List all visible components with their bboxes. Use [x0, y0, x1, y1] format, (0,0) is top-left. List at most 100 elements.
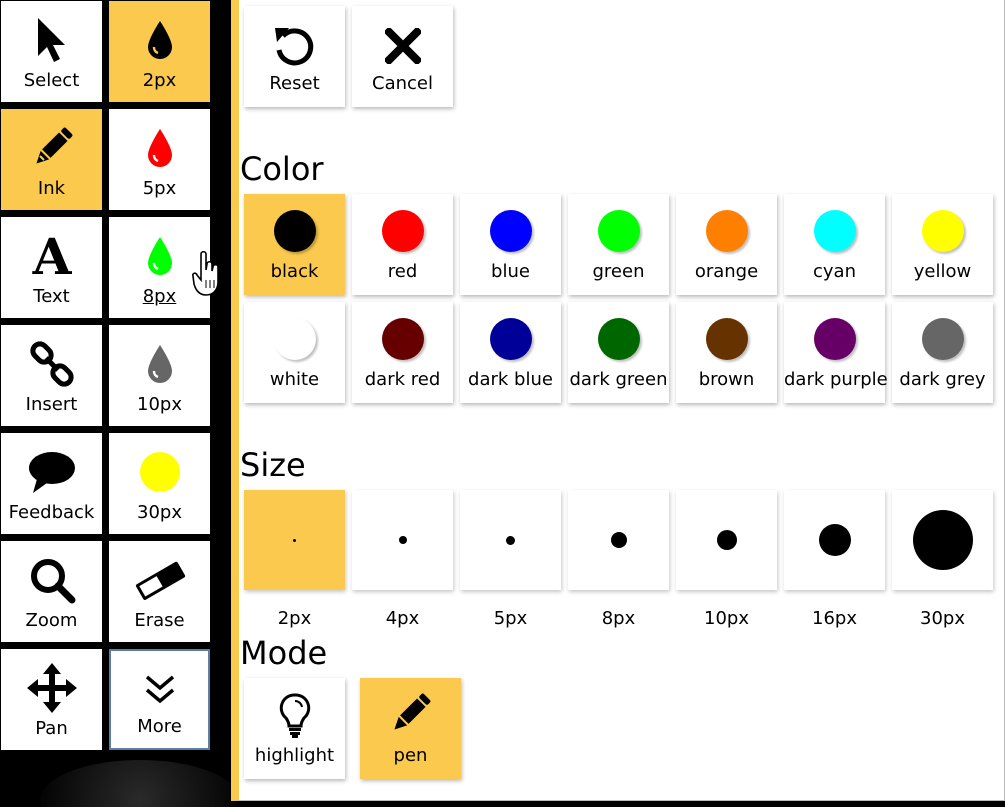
size-option-8px[interactable]: [568, 490, 669, 590]
color-option-black[interactable]: black: [244, 194, 345, 295]
pencil-icon: [394, 693, 431, 730]
background-texture: [40, 760, 240, 807]
color-option-orange[interactable]: orange: [676, 194, 777, 295]
color-swatch: [273, 210, 316, 252]
color-swatch: [381, 318, 424, 360]
quick-size-label: 5px: [142, 178, 177, 199]
arrow-cursor-icon: [1, 13, 102, 67]
quick-size-30px[interactable]: 30px: [109, 433, 210, 534]
size-label: 30px: [920, 608, 965, 629]
color-option-dark-blue[interactable]: dark blue: [460, 302, 561, 403]
tool-label: Insert: [25, 394, 78, 415]
quick-size-label: 30px: [137, 502, 182, 523]
size-option-2px[interactable]: [244, 490, 345, 590]
color-swatch: [597, 210, 640, 252]
color-label: brown: [698, 369, 755, 390]
color-option-red[interactable]: red: [352, 194, 453, 295]
size-dot: [912, 510, 973, 570]
color-label: black: [270, 261, 319, 282]
tool-label: Text: [33, 286, 70, 307]
color-label: orange: [694, 261, 759, 282]
speech-bubble-icon: [1, 445, 102, 499]
mode-section-title: Mode: [240, 634, 328, 672]
color-option-white[interactable]: white: [244, 302, 345, 403]
size-option-10px[interactable]: [676, 490, 777, 590]
size-option-4px[interactable]: [352, 490, 453, 590]
circle-icon: [109, 445, 210, 499]
color-label: white: [269, 369, 320, 390]
size-label: 4px: [385, 608, 420, 629]
color-swatch: [705, 210, 748, 252]
color-option-dark-green[interactable]: dark green: [568, 302, 669, 403]
color-label: dark purple: [784, 369, 888, 390]
size-dot: [716, 530, 737, 550]
tool-text[interactable]: A Text: [1, 217, 102, 318]
tool-label: Select: [23, 70, 80, 91]
pencil-icon: [1, 121, 102, 175]
eraser-icon: [109, 553, 210, 607]
size-dot: [610, 532, 627, 548]
color-swatch: [921, 210, 964, 252]
mode-highlight-button[interactable]: highlight: [244, 678, 345, 779]
cancel-button[interactable]: Cancel: [352, 6, 453, 107]
mode-pen-button[interactable]: pen: [360, 678, 461, 779]
link-chain-icon: [1, 337, 102, 391]
color-swatch: [489, 318, 532, 360]
color-swatch: [813, 210, 856, 252]
size-label: 8px: [601, 608, 636, 629]
tool-zoom[interactable]: Zoom: [1, 541, 102, 642]
color-option-cyan[interactable]: cyan: [784, 194, 885, 295]
mode-label: highlight: [254, 745, 335, 766]
color-swatch: [273, 318, 316, 360]
quick-size-2px[interactable]: 2px: [109, 1, 210, 102]
tool-label: Zoom: [25, 610, 78, 631]
color-option-brown[interactable]: brown: [676, 302, 777, 403]
color-swatch: [813, 318, 856, 360]
size-label: 2px: [277, 608, 312, 629]
color-label: blue: [491, 261, 530, 282]
quick-size-5px[interactable]: 5px: [109, 109, 210, 210]
more-button[interactable]: More: [109, 649, 210, 750]
tool-label: Ink: [37, 178, 66, 199]
color-option-yellow[interactable]: yellow: [892, 194, 993, 295]
size-option-5px[interactable]: [460, 490, 561, 590]
reset-button[interactable]: Reset: [244, 6, 345, 107]
color-label: green: [592, 261, 645, 282]
tool-feedback[interactable]: Feedback: [1, 433, 102, 534]
color-label: yellow: [913, 261, 972, 282]
color-label: cyan: [813, 261, 856, 282]
magnifier-icon: [1, 553, 102, 607]
quick-size-label: More: [137, 716, 182, 737]
color-option-dark-grey[interactable]: dark grey: [892, 302, 993, 403]
size-dot: [398, 536, 407, 544]
quick-size-10px[interactable]: 10px: [109, 325, 210, 426]
color-option-dark-purple[interactable]: dark purple: [784, 302, 888, 403]
color-option-dark-red[interactable]: dark red: [352, 302, 453, 403]
mode-label: pen: [393, 745, 428, 766]
hand-cursor-icon: [192, 250, 222, 300]
drop-icon: [109, 13, 210, 67]
color-option-green[interactable]: green: [568, 194, 669, 295]
color-option-blue[interactable]: blue: [460, 194, 561, 295]
size-dot: [293, 538, 296, 542]
drop-icon: [109, 337, 210, 391]
size-label: 10px: [704, 608, 749, 629]
tool-pan[interactable]: Pan: [1, 649, 102, 750]
color-label: red: [387, 261, 418, 282]
size-dot: [818, 524, 851, 556]
tool-insert[interactable]: Insert: [1, 325, 102, 426]
tool-ink[interactable]: Ink: [1, 109, 102, 210]
undo-arrow-icon: [275, 28, 314, 66]
tool-erase[interactable]: Erase: [109, 541, 210, 642]
size-option-30px[interactable]: [892, 490, 993, 590]
color-section-title: Color: [240, 150, 324, 188]
reset-label: Reset: [269, 73, 320, 94]
double-chevron-down-icon: [111, 663, 208, 717]
size-label: 16px: [812, 608, 857, 629]
quick-size-label: 2px: [142, 70, 177, 91]
x-close-icon: [385, 28, 421, 64]
tool-select[interactable]: Select: [1, 1, 102, 102]
color-label: dark blue: [468, 369, 553, 390]
quick-size-label: 8px: [142, 286, 177, 307]
size-option-16px[interactable]: [784, 490, 885, 590]
